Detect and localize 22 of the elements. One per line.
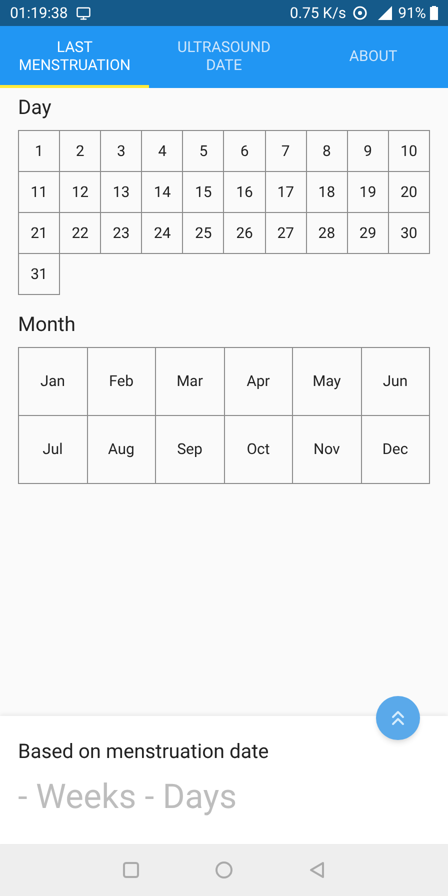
month-cell[interactable]: Jun	[360, 347, 430, 416]
battery-icon	[430, 6, 438, 20]
battery-level: 91%	[398, 2, 426, 24]
signal-icon	[376, 6, 392, 20]
result-value: - Weeks - Days	[18, 776, 238, 819]
day-cell[interactable]: 10	[388, 130, 430, 172]
month-cell[interactable]: Dec	[360, 415, 430, 484]
square-icon[interactable]	[123, 862, 139, 878]
section-title: Month	[18, 311, 76, 338]
scroll-up-button[interactable]	[376, 696, 420, 740]
month-cell[interactable]: Jul	[18, 415, 88, 484]
hotspot-icon	[352, 5, 368, 21]
network-speed: 0.75 K/s	[290, 2, 346, 24]
day-cell[interactable]: 30	[388, 212, 430, 254]
clock: 01:19:38	[10, 2, 68, 24]
result-title: Based on menstruation date	[18, 738, 270, 765]
section-title: Day	[18, 94, 52, 121]
month-cell[interactable]: Jan	[18, 347, 88, 416]
back-icon[interactable]	[309, 861, 325, 879]
circle-icon[interactable]	[215, 861, 233, 879]
day-cell[interactable]: 1	[18, 130, 60, 172]
day-cell[interactable]: 31	[18, 253, 60, 295]
